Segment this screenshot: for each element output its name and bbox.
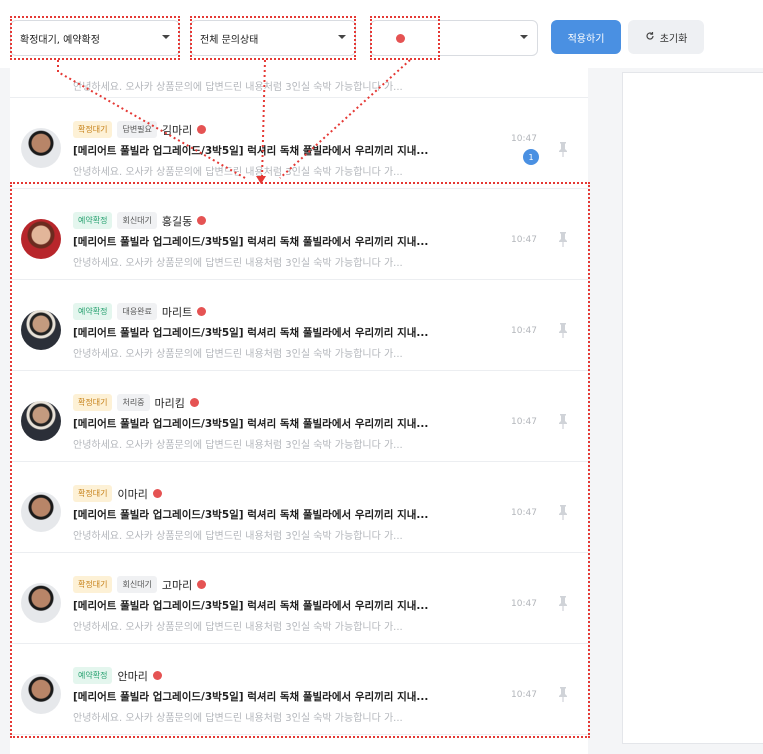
message-preview: 안녕하세요. 오사카 상품문의에 답변드린 내용처럼 3인실 숙박 가능합니다 … [73, 82, 403, 93]
message-title: [메리어트 풀빌라 업그레이드/3박5일] 럭셔리 독채 풀빌라에서 우리끼리 … [73, 145, 429, 157]
status-badge: 확정대기 [73, 121, 113, 138]
list-item[interactable]: 확정대기 답변필요 김마리 [메리어트 풀빌라 업그레이드/3박5일] 럭셔리 독채 … [10, 99, 588, 189]
annotation-box-unread-filter [370, 16, 440, 60]
annotation-box-reservation-filter [10, 16, 180, 60]
avatar [21, 128, 61, 168]
reset-button[interactable]: 초기화 [628, 20, 704, 54]
chevron-down-icon [520, 35, 528, 39]
message-preview: 안녕하세요. 오사카 상품문의에 답변드린 내용처럼 3인실 숙박 가능합니다 … [73, 167, 403, 178]
tag-row: 확정대기 답변필요 김마리 [73, 121, 207, 138]
refresh-icon [645, 31, 655, 44]
annotation-box-inquiry-filter [190, 16, 356, 60]
detail-panel [622, 72, 763, 744]
app-frame: 확정대기, 예약확정 전체 문의상태 적용하기 초기화 안녕하세요. 오사카 상… [0, 0, 763, 754]
unread-dot-icon [197, 125, 207, 134]
apply-button[interactable]: 적용하기 [551, 20, 621, 54]
reset-button-label: 초기화 [659, 33, 688, 45]
pin-icon[interactable] [558, 141, 568, 157]
unread-count-badge: 1 [523, 149, 539, 165]
list-item[interactable]: 안녕하세요. 오사카 상품문의에 답변드린 내용처럼 3인실 숙박 가능합니다 … [10, 68, 588, 98]
customer-name: 김마리 [161, 123, 193, 137]
status-badge: 답변필요 [117, 121, 157, 138]
annotation-box-filtered-list [10, 182, 590, 738]
apply-button-label: 적용하기 [567, 33, 605, 45]
message-time: 10:47 [511, 134, 537, 144]
